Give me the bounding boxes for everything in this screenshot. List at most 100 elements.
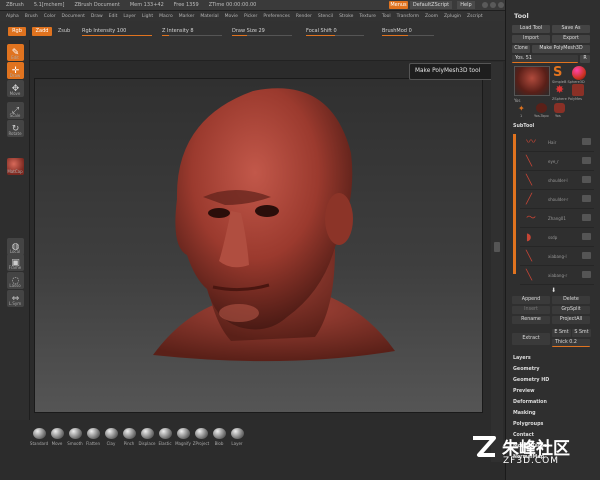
small-yos-thumb[interactable]: [554, 103, 565, 113]
tool-thumbnail-main[interactable]: [514, 66, 550, 96]
menu-item-stencil[interactable]: Stencil: [318, 14, 333, 19]
scroll-handle[interactable]: [494, 242, 500, 252]
right-scroll-strip[interactable]: [491, 62, 503, 462]
menu-item-brush[interactable]: Brush: [25, 14, 38, 19]
small-topo-thumb[interactable]: [536, 103, 547, 113]
subtool-item[interactable]: 〜 Zhang01: [520, 210, 594, 228]
focal-shift-slider[interactable]: Focal Shift 0: [306, 27, 364, 36]
zsub-toggle[interactable]: Zsub: [56, 27, 72, 36]
brush-zproject[interactable]: ZProject: [192, 428, 210, 446]
subtool-item[interactable]: ╲ shoulder-l: [520, 172, 594, 190]
delete-button[interactable]: Delete: [552, 296, 590, 304]
subtool-visibility-toggle[interactable]: [582, 176, 591, 183]
draw-size-slider[interactable]: Draw Size 29: [232, 27, 292, 36]
e-smt-toggle[interactable]: E Smt: [552, 329, 571, 337]
section-polygroups[interactable]: Polygroups: [513, 422, 543, 427]
menu-item-material[interactable]: Material: [200, 14, 218, 19]
menu-item-zplugin[interactable]: Zplugin: [444, 14, 461, 19]
menu-item-movie[interactable]: Movie: [225, 14, 238, 19]
close-icon[interactable]: [498, 2, 504, 8]
rgb-intensity-slider[interactable]: Rgb Intensity 100: [82, 27, 152, 36]
menu-item-tool[interactable]: Tool: [382, 14, 391, 19]
brush-magnify[interactable]: Magnify: [174, 428, 192, 446]
polymesh-icon[interactable]: [572, 84, 584, 96]
subtool-visibility-toggle[interactable]: [582, 214, 591, 221]
arrow-down-icon[interactable]: ⬇: [551, 288, 559, 294]
menu-item-render[interactable]: Render: [296, 14, 312, 19]
brush-blob[interactable]: Blob: [210, 428, 228, 446]
menu-item-light[interactable]: Light: [142, 14, 153, 19]
menu-item-edit[interactable]: Edit: [109, 14, 118, 19]
menu-item-transform[interactable]: Transform: [397, 14, 419, 19]
brush-pinch[interactable]: Pinch: [120, 428, 138, 446]
default-zscript-button[interactable]: DefaultZScript: [410, 1, 452, 9]
s-smt-toggle[interactable]: S Smt: [572, 329, 591, 337]
subtool-visibility-toggle[interactable]: [582, 252, 591, 259]
menu-item-marker[interactable]: Marker: [179, 14, 195, 19]
import-button[interactable]: Import: [512, 35, 550, 43]
clone-button[interactable]: Clone: [512, 45, 530, 53]
sphere3d-icon[interactable]: [572, 66, 586, 80]
subtool-item[interactable]: ╱ shoulder-r: [520, 191, 594, 209]
load-tool-button[interactable]: Load Tool: [512, 25, 550, 33]
extract-button[interactable]: Extract: [512, 333, 550, 345]
menu-item-color[interactable]: Color: [44, 14, 56, 19]
viewport-canvas[interactable]: [34, 78, 483, 413]
zsphere-icon[interactable]: ✸: [555, 84, 567, 96]
menu-item-layer[interactable]: Layer: [123, 14, 136, 19]
rgb-toggle[interactable]: Rgb: [8, 27, 26, 36]
small-tool-icon[interactable]: ✦: [518, 104, 527, 113]
subtool-item[interactable]: ╲ eye_r: [520, 153, 594, 171]
brush-smooth[interactable]: Smooth: [66, 428, 84, 446]
subtool-visibility-toggle[interactable]: [582, 271, 591, 278]
help-button[interactable]: Help: [457, 1, 475, 9]
append-button[interactable]: Append: [512, 296, 550, 304]
thick-slider[interactable]: Thick 0.2: [552, 339, 590, 347]
menu-item-preferences[interactable]: Preferences: [263, 14, 289, 19]
brush-flatten[interactable]: Flatten: [84, 428, 102, 446]
subtool-scrollbar[interactable]: [513, 134, 516, 274]
menu-item-document[interactable]: Document: [62, 14, 85, 19]
menu-item-stroke[interactable]: Stroke: [339, 14, 353, 19]
brush-layer[interactable]: Layer: [228, 428, 246, 446]
menu-item-alpha[interactable]: Alpha: [6, 14, 19, 19]
zadd-toggle[interactable]: Zadd: [32, 27, 52, 36]
section-geometry[interactable]: Geometry: [513, 367, 540, 372]
section-deformation[interactable]: Deformation: [513, 400, 547, 405]
brush-elastic[interactable]: Elastic: [156, 428, 174, 446]
menu-item-picker[interactable]: Picker: [244, 14, 257, 19]
subtool-header[interactable]: SubTool: [513, 124, 534, 129]
make-polymesh-button[interactable]: Make PolyMesh3D: [532, 45, 590, 53]
subtool-visibility-toggle[interactable]: [582, 138, 591, 145]
section-masking[interactable]: Masking: [513, 411, 536, 416]
subtool-visibility-toggle[interactable]: [582, 157, 591, 164]
r-button[interactable]: R: [580, 55, 590, 63]
brush-displace[interactable]: Displace: [138, 428, 156, 446]
projectall-button[interactable]: ProjectAll: [552, 316, 590, 324]
section-preview[interactable]: Preview: [513, 389, 535, 394]
grpsplit-button[interactable]: GrpSplit: [552, 306, 590, 314]
rename-button[interactable]: Rename: [512, 316, 550, 324]
subtool-visibility-toggle[interactable]: [582, 233, 591, 240]
maximize-icon[interactable]: [490, 2, 496, 8]
save-as-button[interactable]: Save As: [552, 25, 590, 33]
subtool-item[interactable]: ◗ ssdp: [520, 229, 594, 247]
menu-item-zoom[interactable]: Zoom: [425, 14, 438, 19]
z-intensity-slider[interactable]: Z Intensity 8: [162, 27, 222, 36]
sculpt-head-model[interactable]: [35, 79, 484, 414]
insert-button[interactable]: Insert: [512, 306, 550, 314]
menu-item-macro[interactable]: Macro: [159, 14, 173, 19]
section-geometry-hd[interactable]: Geometry HD: [513, 378, 549, 383]
subtool-item[interactable]: ╲ xiabang-r: [520, 267, 594, 285]
brush-clay[interactable]: Clay: [102, 428, 120, 446]
export-button[interactable]: Export: [552, 35, 590, 43]
brush-standard[interactable]: Standard: [30, 428, 48, 446]
tool-slider[interactable]: Yos. 51: [512, 55, 578, 63]
subtool-item[interactable]: ╲ xiabang-l: [520, 248, 594, 266]
subtool-visibility-toggle[interactable]: [582, 195, 591, 202]
section-layers[interactable]: Layers: [513, 356, 531, 361]
brush-move[interactable]: Move: [48, 428, 66, 446]
menu-item-zscript[interactable]: Zscript: [467, 14, 483, 19]
brushmod-slider[interactable]: BrushMod 0: [382, 27, 434, 36]
minimize-icon[interactable]: [482, 2, 488, 8]
